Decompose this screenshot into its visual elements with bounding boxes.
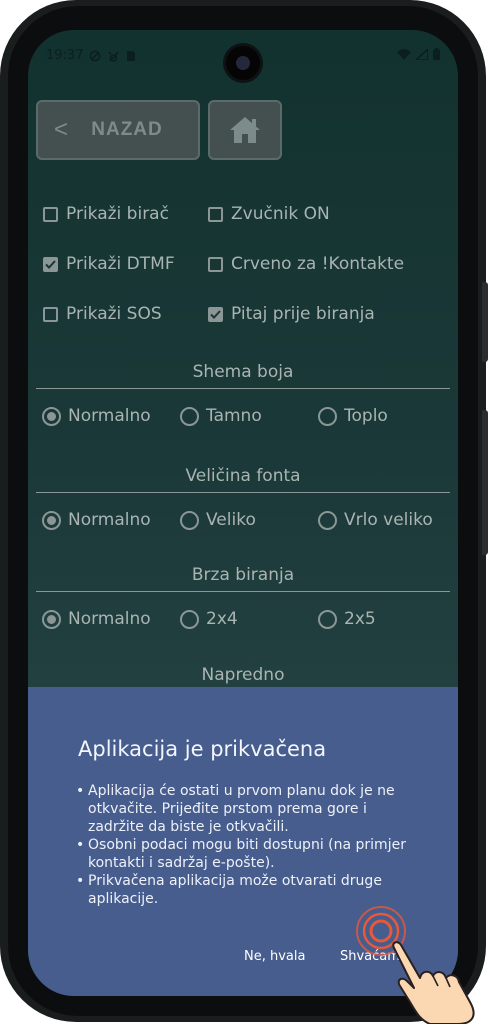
wifi-icon — [397, 48, 411, 60]
radio-font-normal[interactable]: Normalno — [42, 510, 151, 530]
app-screen: 19:37 < NAZAD Prikaži birač Zvučnik ON P… — [28, 30, 458, 996]
radio-color-normal[interactable]: Normalno — [42, 406, 151, 426]
checkbox-box[interactable] — [208, 206, 223, 222]
radio-font-very-large[interactable]: Vrlo veliko — [318, 510, 433, 530]
radio-label: 2x5 — [344, 609, 376, 629]
dialog-bullet-list: Aplikacija će ostati u prvom planu dok j… — [76, 782, 416, 908]
back-button-label: NAZAD — [91, 119, 163, 140]
radio-dot — [47, 614, 56, 624]
checkbox-label: Zvučnik ON — [231, 204, 330, 224]
radio-label: Tamno — [206, 406, 262, 426]
radio-button[interactable] — [42, 609, 61, 629]
radio-button[interactable] — [180, 609, 199, 629]
power-button — [482, 410, 488, 555]
volume-button — [482, 282, 488, 362]
do-not-disturb-icon — [90, 50, 101, 61]
dialog-bullet: Prikvačena aplikacija može otvarati drug… — [76, 872, 416, 908]
signal-icon — [416, 48, 428, 60]
checkbox-show-dtmf[interactable]: Prikaži DTMF — [43, 254, 175, 274]
checkbox-red-for-noncontacts[interactable]: Crveno za !Kontakte — [208, 254, 404, 274]
radio-button[interactable] — [318, 406, 337, 426]
radio-color-dark[interactable]: Tamno — [180, 406, 262, 426]
radio-label: Normalno — [68, 609, 151, 629]
battery-icon — [433, 48, 440, 60]
radio-speed-normal[interactable]: Normalno — [42, 609, 151, 629]
divider — [36, 591, 450, 592]
checkbox-label: Pitaj prije biranja — [231, 304, 375, 324]
radio-label: Normalno — [68, 406, 151, 426]
back-button[interactable]: < NAZAD — [36, 100, 200, 160]
decline-button[interactable]: Ne, hvala — [244, 949, 305, 964]
radio-label: Toplo — [344, 406, 388, 426]
phone-frame: 19:37 < NAZAD Prikaži birač Zvučnik ON P… — [0, 0, 488, 1022]
checkbox-box[interactable] — [43, 206, 58, 222]
sim-card-icon — [127, 50, 136, 61]
radio-font-large[interactable]: Veliko — [180, 510, 256, 530]
section-title-advanced: Napredno — [201, 665, 285, 685]
radio-speed-2x5[interactable]: 2x5 — [318, 609, 376, 629]
checkbox-ask-before-dialing[interactable]: Pitaj prije biranja — [208, 304, 375, 324]
radio-dot — [47, 515, 56, 525]
dialog-bullet: Osobni podaci mogu biti dostupni (na pri… — [76, 836, 416, 872]
radio-button[interactable] — [318, 609, 337, 629]
radio-label: Veliko — [206, 510, 256, 530]
radio-speed-2x4[interactable]: 2x4 — [180, 609, 238, 629]
radio-button[interactable] — [180, 406, 199, 426]
divider — [36, 492, 450, 493]
status-bar: 19:37 — [28, 30, 458, 84]
checkbox-box[interactable] — [208, 256, 223, 272]
checkbox-label: Prikaži SOS — [66, 304, 162, 324]
radio-button[interactable] — [42, 510, 61, 530]
checkbox-box[interactable] — [208, 306, 223, 322]
checkbox-label: Prikaži DTMF — [66, 254, 175, 274]
check-icon — [210, 309, 221, 319]
radio-button[interactable] — [318, 510, 337, 530]
checkbox-show-sos[interactable]: Prikaži SOS — [43, 304, 162, 324]
checkbox-label: Crveno za !Kontakte — [231, 254, 405, 274]
checkbox-box[interactable] — [43, 256, 58, 272]
section-title-font-size: Veličina fonta — [185, 466, 301, 486]
section-title-speed-dial: Brza biranja — [191, 565, 295, 585]
checkbox-label: Prikaži birač — [66, 204, 169, 224]
radio-label: 2x4 — [206, 609, 238, 629]
divider — [36, 388, 450, 389]
radio-dot — [47, 411, 56, 421]
radio-button[interactable] — [180, 510, 199, 530]
alarm-off-icon — [108, 50, 120, 62]
chevron-left-icon: < — [54, 116, 70, 143]
home-icon — [230, 117, 260, 143]
dialog-bullet: Aplikacija će ostati u prvom planu dok j… — [76, 782, 416, 836]
status-time: 19:37 — [46, 48, 84, 63]
dialog-title: Aplikacija je prikvačena — [78, 737, 327, 761]
home-button[interactable] — [208, 100, 282, 160]
radio-button[interactable] — [42, 406, 61, 426]
section-title-color-scheme: Shema boja — [192, 362, 294, 382]
radio-label: Normalno — [68, 510, 151, 530]
pointing-hand-icon — [392, 941, 475, 1024]
checkbox-show-dialer[interactable]: Prikaži birač — [43, 204, 169, 224]
check-icon — [45, 259, 56, 269]
radio-label: Vrlo veliko — [344, 510, 433, 530]
checkbox-box[interactable] — [43, 306, 58, 322]
radio-color-warm[interactable]: Toplo — [318, 406, 388, 426]
front-camera — [226, 46, 260, 80]
checkbox-speaker-on[interactable]: Zvučnik ON — [208, 204, 330, 224]
